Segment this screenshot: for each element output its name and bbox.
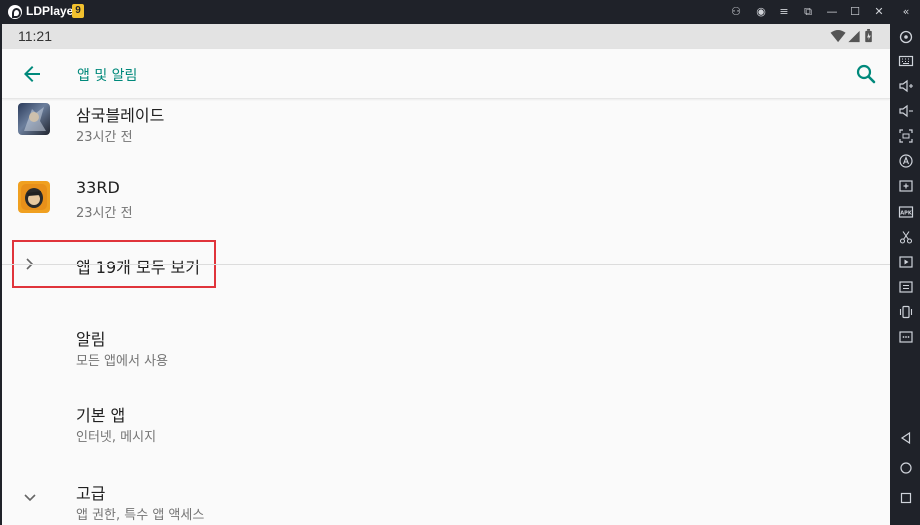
video-record-icon[interactable] xyxy=(897,253,915,271)
page-title: 앱 및 알림 xyxy=(77,68,138,84)
maximize-icon[interactable]: ☐ xyxy=(846,3,864,21)
last-used-label: 23시간 전 xyxy=(76,206,133,221)
recent-app-item[interactable]: 삼국블레이드 23시간 전 xyxy=(2,100,890,166)
volume-up-icon[interactable] xyxy=(897,77,915,95)
33rd-app-icon xyxy=(18,181,50,213)
android-screen: 11:21 앱 및 알림 삼국블레이드 23시간 전 33RD 23시간 전 앱… xyxy=(2,24,890,525)
app-name: LDPlayer xyxy=(26,4,79,18)
battery-icon xyxy=(865,29,872,43)
signal-icon xyxy=(848,30,860,43)
collapse-sidebar-icon[interactable]: « xyxy=(897,3,915,21)
status-icons xyxy=(830,29,872,43)
advanced-row[interactable]: 고급 앱 권한, 특수 앱 액세스 xyxy=(2,468,890,525)
close-icon[interactable]: ✕ xyxy=(870,3,888,21)
account-icon[interactable]: ◉ xyxy=(752,3,770,21)
status-bar: 11:21 xyxy=(2,24,890,49)
version-badge: 9 xyxy=(72,4,84,18)
wifi-icon xyxy=(830,29,846,43)
svg-text:APK: APK xyxy=(900,211,913,217)
row-subtitle: 모든 앱에서 사용 xyxy=(76,354,168,369)
row-subtitle: 인터넷, 메시지 xyxy=(76,430,157,445)
keyboard-icon[interactable] xyxy=(897,52,915,70)
restore-icon[interactable]: ⧉ xyxy=(799,3,817,21)
row-title: 알림 xyxy=(76,330,106,349)
row-subtitle: 앱 권한, 특수 앱 액세스 xyxy=(76,508,205,523)
row-title: 기본 앱 xyxy=(76,406,126,425)
app-bar: 앱 및 알림 xyxy=(2,49,890,99)
app-name-label: 33RD xyxy=(76,178,120,197)
side-toolbar: APK xyxy=(892,24,920,525)
file-share-icon[interactable] xyxy=(897,278,915,296)
minimize-icon[interactable]: — xyxy=(823,3,841,21)
default-apps-row[interactable]: 기본 앱 인터넷, 메시지 xyxy=(2,390,890,450)
title-bar: LDPlayer 9 ⚇ ◉ ≡ ⧉ — ☐ ✕ « xyxy=(0,0,920,24)
nav-back-icon[interactable] xyxy=(897,429,915,447)
search-icon[interactable] xyxy=(854,62,878,86)
add-window-icon[interactable] xyxy=(897,177,915,195)
ldplayer-logo-icon xyxy=(8,5,22,19)
nav-recents-icon[interactable] xyxy=(897,489,915,507)
section-divider xyxy=(2,264,890,265)
shake-icon[interactable] xyxy=(897,303,915,321)
volume-down-icon[interactable] xyxy=(897,102,915,120)
back-arrow-icon[interactable] xyxy=(20,62,44,86)
nav-home-icon[interactable] xyxy=(897,459,915,477)
scissors-icon[interactable] xyxy=(897,228,915,246)
app-name-label: 삼국블레이드 xyxy=(76,106,165,125)
notifications-row[interactable]: 알림 모든 앱에서 사용 xyxy=(2,314,890,374)
menu-icon[interactable]: ≡ xyxy=(775,3,793,21)
gamepad-icon[interactable]: ⚇ xyxy=(727,3,745,21)
last-used-label: 23시간 전 xyxy=(76,130,133,145)
row-title: 고급 xyxy=(76,484,106,503)
samguk-blade-app-icon xyxy=(18,103,50,135)
emulator-window: LDPlayer 9 ⚇ ◉ ≡ ⧉ — ☐ ✕ « 11:21 앱 및 알림 xyxy=(0,0,920,525)
macro-icon[interactable] xyxy=(897,152,915,170)
status-clock: 11:21 xyxy=(18,28,52,44)
more-options-icon[interactable] xyxy=(897,328,915,346)
settings-list: 삼국블레이드 23시간 전 33RD 23시간 전 xyxy=(2,100,890,525)
screenshot-crop-icon[interactable] xyxy=(897,127,915,145)
chevron-down-icon xyxy=(24,494,36,502)
apk-install-icon[interactable]: APK xyxy=(897,203,915,221)
settings-gear-icon[interactable] xyxy=(897,28,915,46)
